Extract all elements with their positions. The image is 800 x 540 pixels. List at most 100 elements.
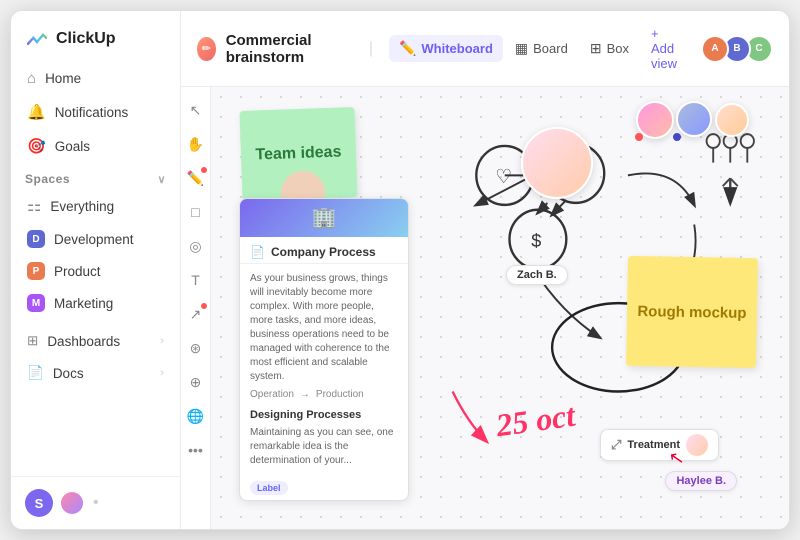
card-banner: 🏢 (240, 199, 408, 237)
sticky-green-text: Team ideas (255, 144, 342, 165)
tool-arrow[interactable]: ↗ (183, 301, 209, 327)
sidebar-item-notifications[interactable]: 🔔 Notifications (19, 96, 172, 128)
home-icon: ⌂ (27, 70, 36, 87)
sidebar-item-marketing[interactable]: M Marketing (19, 288, 172, 318)
whiteboard-card[interactable]: 🏢 📄 Company Process As your business gro… (239, 198, 409, 501)
sidebar: ClickUp ⌂ Home 🔔 Notifications 🎯 Goals S… (11, 11, 181, 529)
tool-hand[interactable]: ✋ (183, 131, 209, 157)
person-avatar-top-right-3 (715, 103, 749, 137)
sidebar-item-everything[interactable]: ⚏ Everything (19, 190, 172, 222)
add-view-label: + Add view (651, 26, 677, 71)
haylee-chip: Haylee B. (665, 471, 737, 491)
zach-chip: Zach B. (506, 265, 568, 285)
more-options-icon: • (93, 494, 99, 512)
page-title: Commercial brainstorm (226, 32, 357, 66)
whiteboard-tab-icon: ✏️ (399, 40, 416, 57)
tab-whiteboard[interactable]: ✏️ Whiteboard (389, 35, 503, 62)
topbar-icon: ✏ (197, 37, 216, 61)
tool-more[interactable]: ••• (183, 437, 209, 463)
user-avatar[interactable]: S (25, 489, 53, 517)
topbar-divider: | (369, 40, 373, 58)
sidebar-item-product-label: Product (54, 264, 101, 279)
topbar-tabs: ✏️ Whiteboard ▦ Board ⊞ Box + Add view (389, 21, 687, 76)
tool-select[interactable]: ↖ (183, 97, 209, 123)
tool-add[interactable]: ⊕ (183, 369, 209, 395)
bell-icon: 🔔 (27, 103, 46, 121)
chevron-right-icon: › (160, 335, 164, 347)
svg-text:$: $ (531, 230, 541, 251)
sidebar-item-dashboards[interactable]: ⊞ Dashboards › (19, 326, 172, 356)
box-tab-icon: ⊞ (590, 40, 602, 57)
card-footer: Label (240, 476, 408, 500)
haylee-chip-label: Haylee B. (676, 475, 726, 487)
sidebar-item-dashboards-label: Dashboards (47, 334, 120, 349)
tool-globe[interactable]: 🌐 (183, 403, 209, 429)
sidebar-item-marketing-label: Marketing (54, 296, 113, 311)
add-view-button[interactable]: + Add view (641, 21, 687, 76)
canvas-area[interactable]: Team ideas Rough mockup (211, 87, 789, 529)
chevron-down-icon: ∨ (157, 173, 166, 186)
left-toolbar: ↖ ✋ ✏️ □ ◎ T ↗ ⊛ ⊕ 🌐 ••• (181, 87, 211, 529)
treatment-avatar (686, 434, 708, 456)
tab-whiteboard-label: Whiteboard (421, 41, 493, 56)
sidebar-item-goals-label: Goals (55, 139, 90, 154)
sidebar-item-development[interactable]: D Development (19, 224, 172, 254)
goals-icon: 🎯 (27, 137, 46, 155)
app-container: ClickUp ⌂ Home 🔔 Notifications 🎯 Goals S… (10, 10, 790, 530)
card-body: As your business grows, things will inev… (240, 264, 408, 476)
sidebar-item-home-label: Home (45, 71, 81, 86)
avatar-indicator-1 (635, 133, 643, 141)
dashboards-icon: ⊞ (27, 333, 38, 349)
clickup-logo-icon (25, 27, 49, 51)
tab-box-label: Box (607, 41, 629, 56)
sidebar-item-home[interactable]: ⌂ Home (19, 63, 172, 94)
sticky-yellow-text: Rough mockup (637, 303, 746, 322)
card-title: Company Process (271, 245, 376, 259)
tool-pen[interactable]: ✏️ (183, 165, 209, 191)
person-avatar-top-right-2 (676, 101, 712, 137)
sidebar-item-product[interactable]: P Product (19, 256, 172, 286)
card-section-title: Designing Processes (250, 408, 398, 423)
sidebar-item-everything-label: Everything (50, 199, 114, 214)
everything-icon: ⚏ (27, 196, 41, 216)
topbar: ✏ Commercial brainstorm | ✏️ Whiteboard … (181, 11, 789, 87)
sidebar-item-docs[interactable]: 📄 Docs › (19, 358, 172, 388)
docs-icon: 📄 (27, 365, 44, 381)
sidebar-item-development-label: Development (54, 232, 134, 247)
tool-rect[interactable]: □ (183, 199, 209, 225)
card-row-left: Operation (250, 388, 294, 402)
sidebar-footer: S • (11, 476, 180, 529)
oct-25-label: 25 oct (494, 397, 577, 445)
tool-ellipse[interactable]: ◎ (183, 233, 209, 259)
tab-box[interactable]: ⊞ Box (580, 35, 639, 62)
marketing-dot: M (27, 294, 45, 312)
board-tab-icon: ▦ (515, 40, 528, 57)
tool-text[interactable]: T (183, 267, 209, 293)
tab-board-label: Board (533, 41, 568, 56)
canvas-wrapper: ↖ ✋ ✏️ □ ◎ T ↗ ⊛ ⊕ 🌐 ••• (181, 87, 789, 529)
user-photo (61, 492, 83, 514)
card-section-body: Maintaining as you can see, one remarkab… (250, 426, 398, 468)
card-badge: Label (250, 481, 288, 495)
tool-arrow-indicator (201, 303, 207, 309)
sticky-note-rough-mockup[interactable]: Rough mockup (626, 256, 758, 368)
product-dot: P (27, 262, 45, 280)
resize-icon: ⤢ (611, 437, 621, 453)
collaborator-avatars: A B C (707, 35, 773, 63)
chevron-right-icon-docs: › (160, 367, 164, 379)
avatar-1: A (701, 35, 729, 63)
app-name: ClickUp (56, 30, 116, 48)
card-body-text: As your business grows, things will inev… (250, 273, 390, 382)
tool-component[interactable]: ⊛ (183, 335, 209, 361)
sidebar-item-docs-label: Docs (53, 366, 84, 381)
whiteboard-icon: ✏ (202, 42, 211, 55)
arrow-icon: → (300, 388, 310, 402)
main-area: ✏ Commercial brainstorm | ✏️ Whiteboard … (181, 11, 789, 529)
development-dot: D (27, 230, 45, 248)
sidebar-item-goals[interactable]: 🎯 Goals (19, 130, 172, 162)
tab-board[interactable]: ▦ Board (505, 35, 578, 62)
app-logo: ClickUp (11, 11, 180, 63)
svg-text:♡: ♡ (495, 167, 512, 188)
spaces-list: ⚏ Everything D Development P Product M M… (11, 190, 180, 318)
spaces-section-header: Spaces ∨ (11, 162, 180, 190)
